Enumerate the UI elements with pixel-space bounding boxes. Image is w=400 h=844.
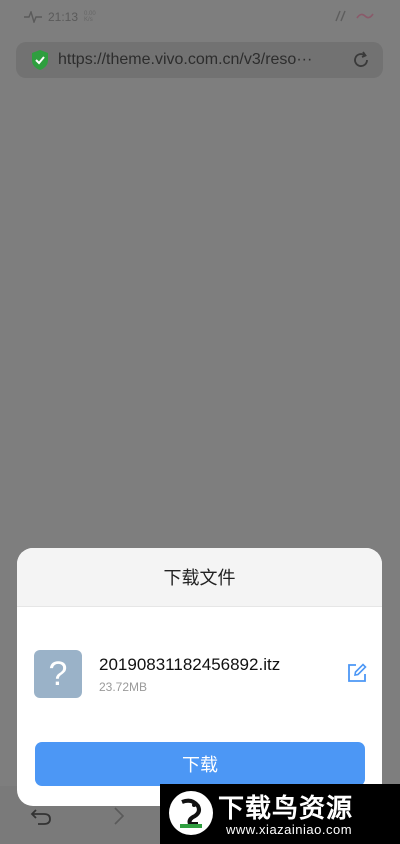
back-icon[interactable] [30, 806, 52, 826]
download-button[interactable]: 下载 [35, 742, 365, 786]
status-time: 21:13 [48, 10, 79, 24]
unknown-file-icon: ? [34, 650, 82, 698]
file-icon-glyph: ? [48, 654, 68, 693]
file-name: 20190831182456892.itz [99, 655, 281, 674]
activity-icon [24, 11, 42, 23]
shield-check-icon [32, 50, 48, 70]
screen: 21:13 0.00 K/s https://theme.vivo.com.cn… [0, 0, 400, 844]
url-text[interactable]: https://theme.vivo.com.cn/v3/reso··· [58, 51, 338, 69]
watermark-url: www.xiazainiao.com [226, 822, 353, 837]
reload-icon[interactable] [351, 50, 371, 70]
watermark: 下载鸟资源 www.xiazainiao.com [160, 784, 400, 844]
network-speed-unit: K/s [84, 17, 93, 23]
bird-logo-icon [169, 791, 213, 835]
forward-icon[interactable] [112, 806, 126, 826]
status-right [334, 9, 374, 23]
dialog-title: 下载文件 [163, 568, 236, 589]
battery-icon [356, 13, 374, 19]
address-bar[interactable]: https://theme.vivo.com.cn/v3/reso··· [16, 42, 383, 78]
watermark-title: 下载鸟资源 [218, 794, 354, 824]
download-dialog: 下载文件 ? 20190831182456892.itz 23.72MB 下载 [17, 548, 382, 806]
network-speed: 0.00 K/s [84, 11, 96, 23]
signal-icon [335, 10, 346, 22]
status-left: 21:13 0.00 K/s [24, 10, 96, 24]
dialog-header: 下载文件 [17, 548, 382, 607]
file-size: 23.72MB [99, 680, 148, 694]
edit-icon[interactable] [346, 662, 368, 684]
status-bar: 21:13 0.00 K/s [0, 0, 400, 34]
file-row: ? 20190831182456892.itz 23.72MB [34, 650, 374, 698]
